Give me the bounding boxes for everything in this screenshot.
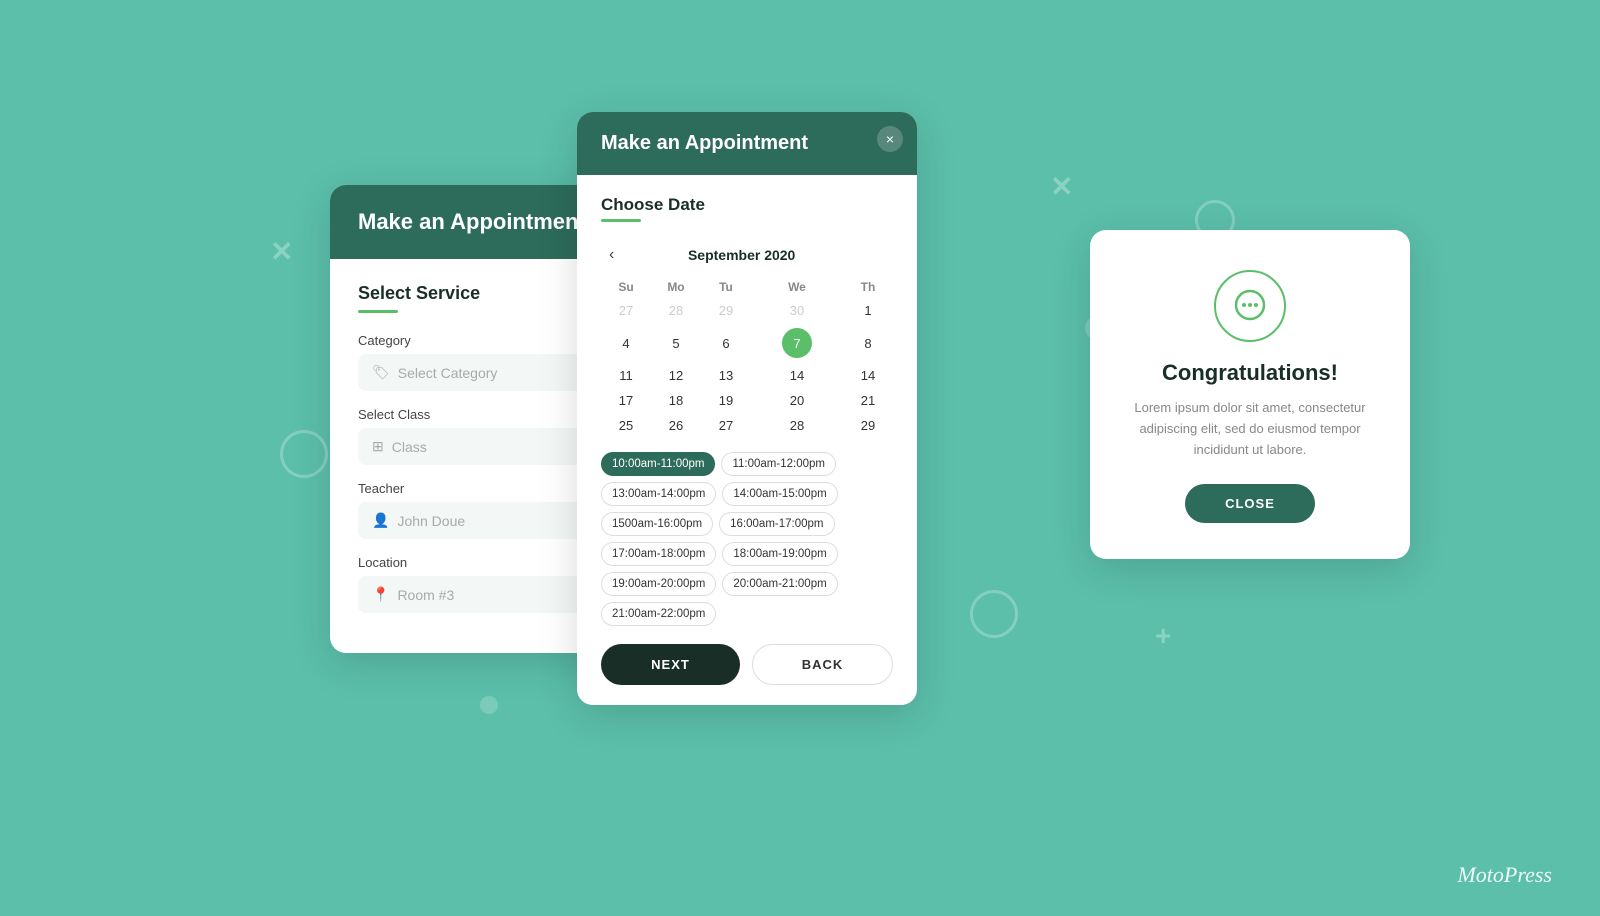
time-slot-4[interactable]: 14:00am-15:00pm: [722, 482, 837, 506]
day-header-mo: Mo: [651, 276, 701, 298]
card-congrats: Congratulations! Lorem ipsum dolor sit a…: [1090, 230, 1410, 559]
green-underline: [358, 310, 398, 313]
cal-day-18[interactable]: 18: [651, 388, 701, 413]
time-slot-5[interactable]: 1500am-16:00pm: [601, 512, 713, 536]
cal-day-27-prev[interactable]: 27: [601, 298, 651, 323]
motopress-brand: MotoPress: [1457, 862, 1552, 888]
cal-day-19[interactable]: 19: [701, 388, 751, 413]
pin-icon: 📍: [372, 586, 389, 603]
cal-day-28[interactable]: 28: [751, 413, 843, 438]
cal-day-21[interactable]: 21: [843, 388, 893, 413]
selected-day: 7: [782, 328, 812, 358]
cal-day-1[interactable]: 1: [843, 298, 893, 323]
choose-date-title: Choose Date: [601, 195, 893, 215]
back-button[interactable]: BACK: [752, 644, 893, 685]
cal-day-28-prev[interactable]: 28: [651, 298, 701, 323]
bg-dot2: [480, 696, 498, 714]
class-placeholder: Class: [392, 439, 427, 455]
close-calendar-button[interactable]: ×: [877, 126, 903, 152]
cal-day-8[interactable]: 8: [843, 323, 893, 363]
cal-day-25[interactable]: 25: [601, 413, 651, 438]
calendar-nav: ‹ September 2020: [601, 242, 893, 268]
cal-day-14[interactable]: 14: [751, 363, 843, 388]
teacher-placeholder: John Doue: [397, 513, 465, 529]
cal-day-14b[interactable]: 14: [843, 363, 893, 388]
calendar-actions: NEXT BACK: [601, 644, 893, 685]
cal-row-4: 17 18 19 20 21: [601, 388, 893, 413]
congrats-icon: [1214, 270, 1286, 342]
cal-day-27[interactable]: 27: [701, 413, 751, 438]
cal-row-1: 27 28 29 30 1: [601, 298, 893, 323]
cal-row-2: 4 5 6 7 8: [601, 323, 893, 363]
time-slot-3[interactable]: 13:00am-14:00pm: [601, 482, 716, 506]
cal-day-17[interactable]: 17: [601, 388, 651, 413]
cal-day-4[interactable]: 4: [601, 323, 651, 363]
cal-row-5: 25 26 27 28 29: [601, 413, 893, 438]
card-calendar-title: Make an Appointment: [601, 132, 893, 155]
cal-day-29-prev[interactable]: 29: [701, 298, 751, 323]
cal-day-5[interactable]: 5: [651, 323, 701, 363]
cal-day-30-prev[interactable]: 30: [751, 298, 843, 323]
time-slot-7[interactable]: 17:00am-18:00pm: [601, 542, 716, 566]
bg-decor-x1: ✕: [270, 235, 293, 268]
bg-decor-x2: ✕: [1050, 170, 1073, 203]
card-calendar-body: Choose Date ‹ September 2020 Su Mo Tu We…: [577, 175, 917, 705]
bg-decor-plus1: +: [1155, 620, 1171, 652]
time-slot-11[interactable]: 21:00am-22:00pm: [601, 602, 716, 626]
cal-day-26[interactable]: 26: [651, 413, 701, 438]
time-slot-10[interactable]: 20:00am-21:00pm: [722, 572, 837, 596]
tag-icon: 🏷: [372, 364, 390, 381]
cal-day-12[interactable]: 12: [651, 363, 701, 388]
calendar-grid: Su Mo Tu We Th 27 28 29 30 1 4 5: [601, 276, 893, 438]
card-calendar: Make an Appointment × Choose Date ‹ Sept…: [577, 112, 917, 705]
time-slot-2[interactable]: 11:00am-12:00pm: [721, 452, 835, 476]
calendar-green-underline: [601, 219, 641, 222]
cal-day-29[interactable]: 29: [843, 413, 893, 438]
cal-day-7[interactable]: 7: [751, 323, 843, 363]
cal-day-6[interactable]: 6: [701, 323, 751, 363]
congrats-title: Congratulations!: [1162, 360, 1338, 386]
calendar-month: September 2020: [688, 247, 795, 263]
time-slot-9[interactable]: 19:00am-20:00pm: [601, 572, 716, 596]
close-button[interactable]: CLOSE: [1185, 484, 1315, 523]
time-slot-1[interactable]: 10:00am-11:00pm: [601, 452, 715, 476]
bg-ring1: [280, 430, 328, 478]
day-header-we: We: [751, 276, 843, 298]
day-header-tu: Tu: [701, 276, 751, 298]
time-slot-8[interactable]: 18:00am-19:00pm: [722, 542, 837, 566]
day-header-su: Su: [601, 276, 651, 298]
category-placeholder: Select Category: [398, 365, 498, 381]
bg-ring2: [970, 590, 1018, 638]
next-button[interactable]: NEXT: [601, 644, 740, 685]
cal-day-20[interactable]: 20: [751, 388, 843, 413]
cal-day-13[interactable]: 13: [701, 363, 751, 388]
chat-bubble-icon: [1232, 288, 1268, 324]
time-slot-6[interactable]: 16:00am-17:00pm: [719, 512, 834, 536]
cal-row-3: 11 12 13 14 14: [601, 363, 893, 388]
grid-icon: ⊞: [372, 438, 384, 455]
prev-month-button[interactable]: ‹: [601, 242, 622, 268]
day-header-th: Th: [843, 276, 893, 298]
time-slots-container: 10:00am-11:00pm 11:00am-12:00pm 13:00am-…: [601, 452, 893, 626]
person-icon: 👤: [372, 512, 389, 529]
card-calendar-header: Make an Appointment ×: [577, 112, 917, 175]
congrats-body-text: Lorem ipsum dolor sit amet, consectetur …: [1120, 398, 1380, 460]
location-placeholder: Room #3: [397, 587, 454, 603]
cal-day-11[interactable]: 11: [601, 363, 651, 388]
